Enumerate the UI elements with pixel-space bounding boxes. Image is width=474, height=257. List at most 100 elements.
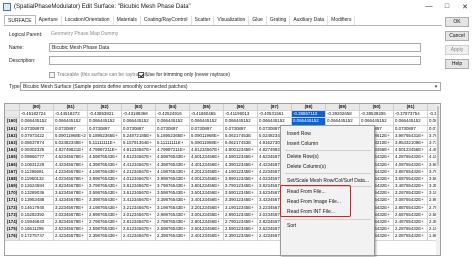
tab-modifiers[interactable]: Modifiers <box>328 16 356 25</box>
table-cell[interactable]: 5.18952365E+ <box>156 132 190 140</box>
table-cell[interactable]: 2.99876543E+ <box>156 211 190 219</box>
apply-button[interactable]: Apply <box>445 45 469 55</box>
tab-grating[interactable]: Grating <box>267 16 291 25</box>
table-cell[interactable]: 0.09302325 <box>20 147 54 155</box>
table-cell[interactable]: 4.62345678E+ <box>54 154 88 162</box>
row-header[interactable]: (167) <box>5 168 20 176</box>
table-cell[interactable]: 4.59012345E+ <box>224 154 258 162</box>
table-cell[interactable]: 2.62345678E+ <box>54 226 88 234</box>
table-cell[interactable]: 5.09011968E+2 <box>54 132 88 140</box>
table-cell[interactable]: 4.19876543E+ <box>156 168 190 176</box>
table-cell[interactable]: 0.15282392 <box>20 211 54 219</box>
close-icon[interactable]: ✕ <box>456 0 474 13</box>
table-cell[interactable]: 2.28765432E+ <box>394 226 428 234</box>
row-header[interactable]: (169) <box>5 183 20 191</box>
row-header[interactable]: (173) <box>5 211 20 219</box>
table-cell[interactable]: 4.81234567E+ <box>190 147 224 155</box>
maximize-icon[interactable]: □ <box>438 0 456 13</box>
table-cell[interactable]: 0.0730897 <box>54 125 88 133</box>
table-cell[interactable]: 2.79876543E+ <box>156 219 190 227</box>
table-cell[interactable]: 2.08765432E+ <box>394 233 428 241</box>
table-cell[interactable]: 3.59876543E+ <box>156 190 190 198</box>
table-cell[interactable]: 3.28765432E+ <box>394 190 428 198</box>
row-header[interactable]: (164) <box>5 147 20 155</box>
table-cell[interactable]: -0.40531561 <box>258 111 292 119</box>
table-cell[interactable]: 4.61234567E+ <box>122 154 156 162</box>
table-cell[interactable]: 4.39876543E+ <box>156 161 190 169</box>
tab-coating-raycontrol[interactable]: Coating/RayControl <box>141 16 192 25</box>
table-cell[interactable]: 0.14617940 <box>20 204 54 212</box>
menu-item-set-scale-mesh[interactable]: Set/Scale Mesh Row/Col/Surf Data... <box>287 178 369 184</box>
table-cell[interactable]: 4.82749821E+ <box>54 147 88 155</box>
table-cell[interactable]: 4.79987211E+ <box>156 147 190 155</box>
column-header[interactable]: (89) <box>326 104 360 112</box>
table-cell[interactable]: 4.91234567E+ <box>122 147 156 155</box>
tab-aperture[interactable]: Aperture <box>36 16 62 25</box>
table-cell[interactable]: 4.50123456E+ <box>394 147 428 155</box>
table-cell[interactable]: 2.99876543E+ <box>88 211 122 219</box>
table-cell[interactable]: 3.01234567E+ <box>122 211 156 219</box>
column-header[interactable]: (83) <box>122 104 156 112</box>
menu-item-sort[interactable]: Sort <box>287 223 296 229</box>
description-input[interactable] <box>49 56 421 65</box>
table-cell[interactable]: 4.40123456E+ <box>190 161 224 169</box>
column-header[interactable]: (88) <box>292 104 326 112</box>
table-cell[interactable]: 2.59876543E+ <box>156 226 190 234</box>
column-header[interactable]: (82) <box>88 104 122 112</box>
table-cell[interactable]: 5.06217453E <box>224 139 258 148</box>
table-cell[interactable]: 5.06217453E <box>224 132 258 140</box>
table-cell[interactable]: -0.43189368 <box>122 111 156 119</box>
tab-auxiliary-data[interactable]: Auxiliary Data <box>290 16 329 25</box>
table-cell[interactable]: 3.48765432E+ <box>394 183 428 191</box>
tab-surface[interactable]: SURFACE <box>4 15 36 25</box>
table-cell[interactable]: 3.81234567E+ <box>122 183 156 191</box>
table-cell[interactable]: 2.59012345E+ <box>224 226 258 234</box>
table-cell[interactable]: -0.39867110 <box>292 111 326 119</box>
column-header[interactable]: (87) <box>258 104 292 112</box>
table-cell[interactable]: 4.21234567E+ <box>122 168 156 176</box>
table-cell[interactable]: 2.41234567E+ <box>122 233 156 241</box>
scrollbar-thumb[interactable] <box>437 106 439 166</box>
column-header[interactable]: (81) <box>54 104 88 112</box>
table-cell[interactable]: 0.0730897 <box>156 125 190 133</box>
table-cell[interactable]: 4.59876543E+ <box>156 154 190 162</box>
table-cell[interactable]: 3.79012345E+ <box>224 183 258 191</box>
row-header[interactable]: (166) <box>5 161 20 169</box>
table-cell[interactable]: 4.42345678E+ <box>54 161 88 169</box>
table-cell[interactable]: 5.11111111E+ <box>88 139 122 148</box>
menu-item-insert-column[interactable]: Insert Column <box>287 141 318 147</box>
column-header[interactable]: (91) <box>394 104 428 112</box>
table-cell[interactable]: 4.59876543E+ <box>88 154 122 162</box>
table-cell[interactable]: 0.066445152 <box>88 118 122 126</box>
table-cell[interactable]: 0.16611295 <box>20 226 54 234</box>
table-cell[interactable]: -0.37873754 <box>394 111 428 119</box>
table-cell[interactable]: 3.08765432E+ <box>394 197 428 205</box>
column-header[interactable]: (90) <box>360 104 394 112</box>
table-cell[interactable]: 5.09011968E+ <box>190 139 224 148</box>
table-cell[interactable]: 3.19876543E+ <box>156 204 190 212</box>
tab-glue[interactable]: Glue <box>249 16 267 25</box>
table-cell[interactable]: 0.13289036 <box>20 190 54 198</box>
table-cell[interactable]: 3.61234567E+ <box>122 190 156 198</box>
row-header[interactable]: (170) <box>5 190 20 198</box>
menu-item-insert-row[interactable]: Insert Row <box>287 131 311 137</box>
table-cell[interactable]: 2.39876543E+ <box>88 233 122 241</box>
table-cell[interactable]: 0.0730897 <box>190 125 224 133</box>
table-cell[interactable]: 5.02482349E+ <box>54 139 88 148</box>
table-cell[interactable]: 0.066445152 <box>394 118 428 126</box>
table-cell[interactable]: 0.066445152 <box>54 118 88 126</box>
type-select[interactable]: Bicubic Mesh Surface (Sample points defi… <box>20 82 441 91</box>
table-cell[interactable]: 2.79876543E+ <box>88 219 122 227</box>
table-cell[interactable]: 3.88765432E+ <box>394 168 428 176</box>
table-cell[interactable]: 5.15791364E+ <box>122 139 156 148</box>
column-header[interactable]: (84) <box>156 104 190 112</box>
column-header[interactable]: (86) <box>224 104 258 112</box>
table-cell[interactable]: 2.39876543E+ <box>156 233 190 241</box>
name-input[interactable]: Bicubic Mesh Phase Data <box>49 43 421 52</box>
table-cell[interactable]: 2.42345678E+ <box>54 233 88 241</box>
table-cell[interactable]: 3.98765431E+ <box>394 132 428 140</box>
table-cell[interactable]: 0.066445152 <box>20 118 54 126</box>
table-cell[interactable]: -0.45182724 <box>20 111 54 119</box>
table-cell[interactable]: 5.18952365E+ <box>88 132 122 140</box>
table-cell[interactable]: -0.41860465 <box>190 111 224 119</box>
